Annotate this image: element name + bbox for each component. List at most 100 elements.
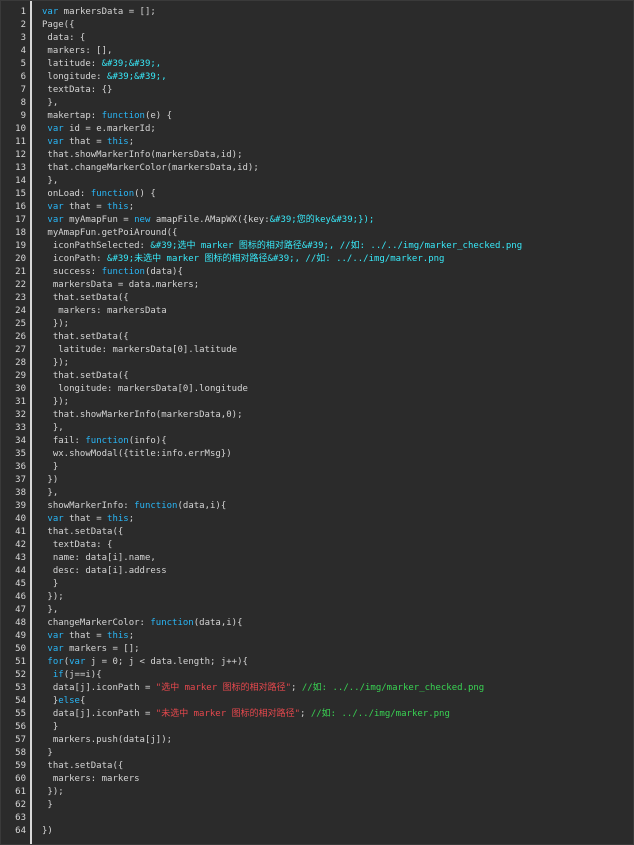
code-line[interactable]: 19 iconPathSelected: &#39;选中 marker 图标的相…	[1, 240, 634, 253]
code-token: that =	[63, 137, 108, 147]
code-token: });	[42, 787, 64, 797]
code-line[interactable]: 9 makertap: function(e) {	[1, 110, 634, 123]
code-token: })	[42, 826, 53, 836]
code-line[interactable]: 43 name: data[i].name,	[1, 552, 634, 565]
line-number: 43	[15, 553, 26, 563]
code-line[interactable]: 63	[1, 812, 634, 825]
line-number: 29	[15, 371, 26, 381]
code-line[interactable]: 4 markers: [],	[1, 45, 634, 58]
line-number: 7	[20, 85, 26, 95]
code-token: this	[107, 202, 129, 212]
code-line[interactable]: 23 that.setData({	[1, 292, 634, 305]
code-line[interactable]: 42 textData: {	[1, 539, 634, 552]
code-token: ;	[299, 709, 311, 719]
code-editor[interactable]: 1 var markersData = []; 2 Page({3 data: {4 …	[0, 0, 634, 845]
code-text: that.changeMarkerColor(markersData,id);	[42, 162, 258, 175]
code-line[interactable]: 27 latitude: markersData[0].latitude	[1, 344, 634, 357]
code-line[interactable]: 11 var that = this;	[1, 136, 634, 149]
code-line[interactable]: 50 var markers = [];	[1, 643, 634, 656]
code-line[interactable]: 44 desc: data[i].address	[1, 565, 634, 578]
code-line[interactable]: 22 markersData = data.markers;	[1, 279, 634, 292]
code-line[interactable]: 1 var markersData = [];	[1, 6, 634, 19]
code-line[interactable]: 30 longitude: markersData[0].longitude	[1, 383, 634, 396]
code-line[interactable]: 45 }	[1, 578, 634, 591]
code-text: }	[42, 721, 58, 734]
code-token: &#39;选中 marker 图标的相对路径&#39;, //如: ../../…	[150, 241, 523, 251]
code-line[interactable]: 34 fail: function(info){	[1, 435, 634, 448]
code-token: })	[42, 475, 59, 485]
code-line[interactable]: 13 that.changeMarkerColor(markersData,id…	[1, 162, 634, 175]
code-line[interactable]: 12 that.showMarkerInfo(markersData,id);	[1, 149, 634, 162]
code-line[interactable]: 57 markers.push(data[j]);	[1, 734, 634, 747]
code-line[interactable]: 16 var that = this;	[1, 201, 634, 214]
code-line[interactable]: 41 that.setData({	[1, 526, 634, 539]
line-number: 46	[15, 592, 26, 602]
code-line[interactable]: 26 that.setData({	[1, 331, 634, 344]
code-line[interactable]: 5 latitude: &#39;&#39;,	[1, 58, 634, 71]
code-line[interactable]: 40 var that = this;	[1, 513, 634, 526]
code-line[interactable]: 61 });	[1, 786, 634, 799]
code-text: }	[42, 747, 52, 760]
code-line[interactable]: 3 data: {	[1, 32, 634, 45]
code-line[interactable]: 33 },	[1, 422, 634, 435]
code-line[interactable]: 14 },	[1, 175, 634, 188]
code-token: that.setData({	[42, 761, 124, 771]
code-line[interactable]: 15 onLoad: function() {	[1, 188, 634, 201]
code-line[interactable]: 53 data[j].iconPath = "选中 marker 图标的相对路径…	[1, 682, 634, 695]
code-line[interactable]: 51 for(var j = 0; j < data.length; j++){	[1, 656, 634, 669]
code-line[interactable]: 46 });	[1, 591, 634, 604]
line-number: 19	[15, 241, 26, 251]
code-line[interactable]: 18 myAmapFun.getPoiAround({	[1, 227, 634, 240]
line-number: 42	[15, 540, 26, 550]
code-line[interactable]: 38 },	[1, 487, 634, 500]
code-line[interactable]: 64})	[1, 825, 634, 838]
code-line[interactable]: 54 }else{	[1, 695, 634, 708]
code-line[interactable]: 25 });	[1, 318, 634, 331]
code-line[interactable]: 20 iconPath: &#39;未选中 marker 图标的相对路径&#39…	[1, 253, 634, 266]
line-number: 2	[20, 20, 26, 30]
code-token: "未选中 marker 图标的相对路径"	[155, 709, 300, 719]
code-line[interactable]: 56 }	[1, 721, 634, 734]
code-line[interactable]: 62 }	[1, 799, 634, 812]
code-text: var id = e.markerId;	[42, 123, 155, 136]
code-line[interactable]: 55 data[j].iconPath = "未选中 marker 图标的相对路…	[1, 708, 634, 721]
code-line[interactable]: 32 that.showMarkerInfo(markersData,0);	[1, 409, 634, 422]
code-line[interactable]: 48 changeMarkerColor: function(data,i){	[1, 617, 634, 630]
code-token: (j==i){	[63, 670, 102, 680]
line-number: 17	[15, 215, 26, 225]
code-line[interactable]: 35 wx.showModal({title:info.errMsg})	[1, 448, 634, 461]
line-number: 48	[15, 618, 26, 628]
code-token: var	[47, 124, 64, 134]
code-line[interactable]: 36 }	[1, 461, 634, 474]
code-line[interactable]: 59 that.setData({	[1, 760, 634, 773]
line-number: 38	[15, 488, 26, 498]
code-line[interactable]: 17 var myAmapFun = new amapFile.AMapWX({…	[1, 214, 634, 227]
code-line[interactable]: 24 markers: markersData	[1, 305, 634, 318]
code-line[interactable]: 7 textData: {}	[1, 84, 634, 97]
code-token: latitude:	[42, 59, 102, 69]
code-text: onLoad: function() {	[42, 188, 155, 201]
code-text: that.setData({	[42, 370, 129, 383]
code-line[interactable]: 21 success: function(data){	[1, 266, 634, 279]
code-line[interactable]: 8 },	[1, 97, 634, 110]
code-line[interactable]: 31 });	[1, 396, 634, 409]
line-number: 27	[15, 345, 26, 355]
code-line[interactable]: 6 longitude: &#39;&#39;,	[1, 71, 634, 84]
code-line[interactable]: 47 },	[1, 604, 634, 617]
code-line[interactable]: 37 })	[1, 474, 634, 487]
code-text: that.showMarkerInfo(markersData,id);	[42, 149, 242, 162]
code-line[interactable]: 2 Page({	[1, 19, 634, 32]
code-line[interactable]: 60 markers: markers	[1, 773, 634, 786]
code-area[interactable]: 1 var markersData = []; 2 Page({3 data: {4 …	[1, 6, 634, 838]
line-number: 60	[15, 774, 26, 784]
code-line[interactable]: 49 var that = this;	[1, 630, 634, 643]
code-line[interactable]: 52 if(j==i){	[1, 669, 634, 682]
code-line[interactable]: 58 }	[1, 747, 634, 760]
line-number: 45	[15, 579, 26, 589]
code-text: })	[42, 474, 58, 487]
code-line[interactable]: 10 var id = e.markerId;	[1, 123, 634, 136]
code-token: &#39;&#39;,	[107, 72, 167, 82]
code-line[interactable]: 39 showMarkerInfo: function(data,i){	[1, 500, 634, 513]
code-line[interactable]: 28 });	[1, 357, 634, 370]
code-line[interactable]: 29 that.setData({	[1, 370, 634, 383]
